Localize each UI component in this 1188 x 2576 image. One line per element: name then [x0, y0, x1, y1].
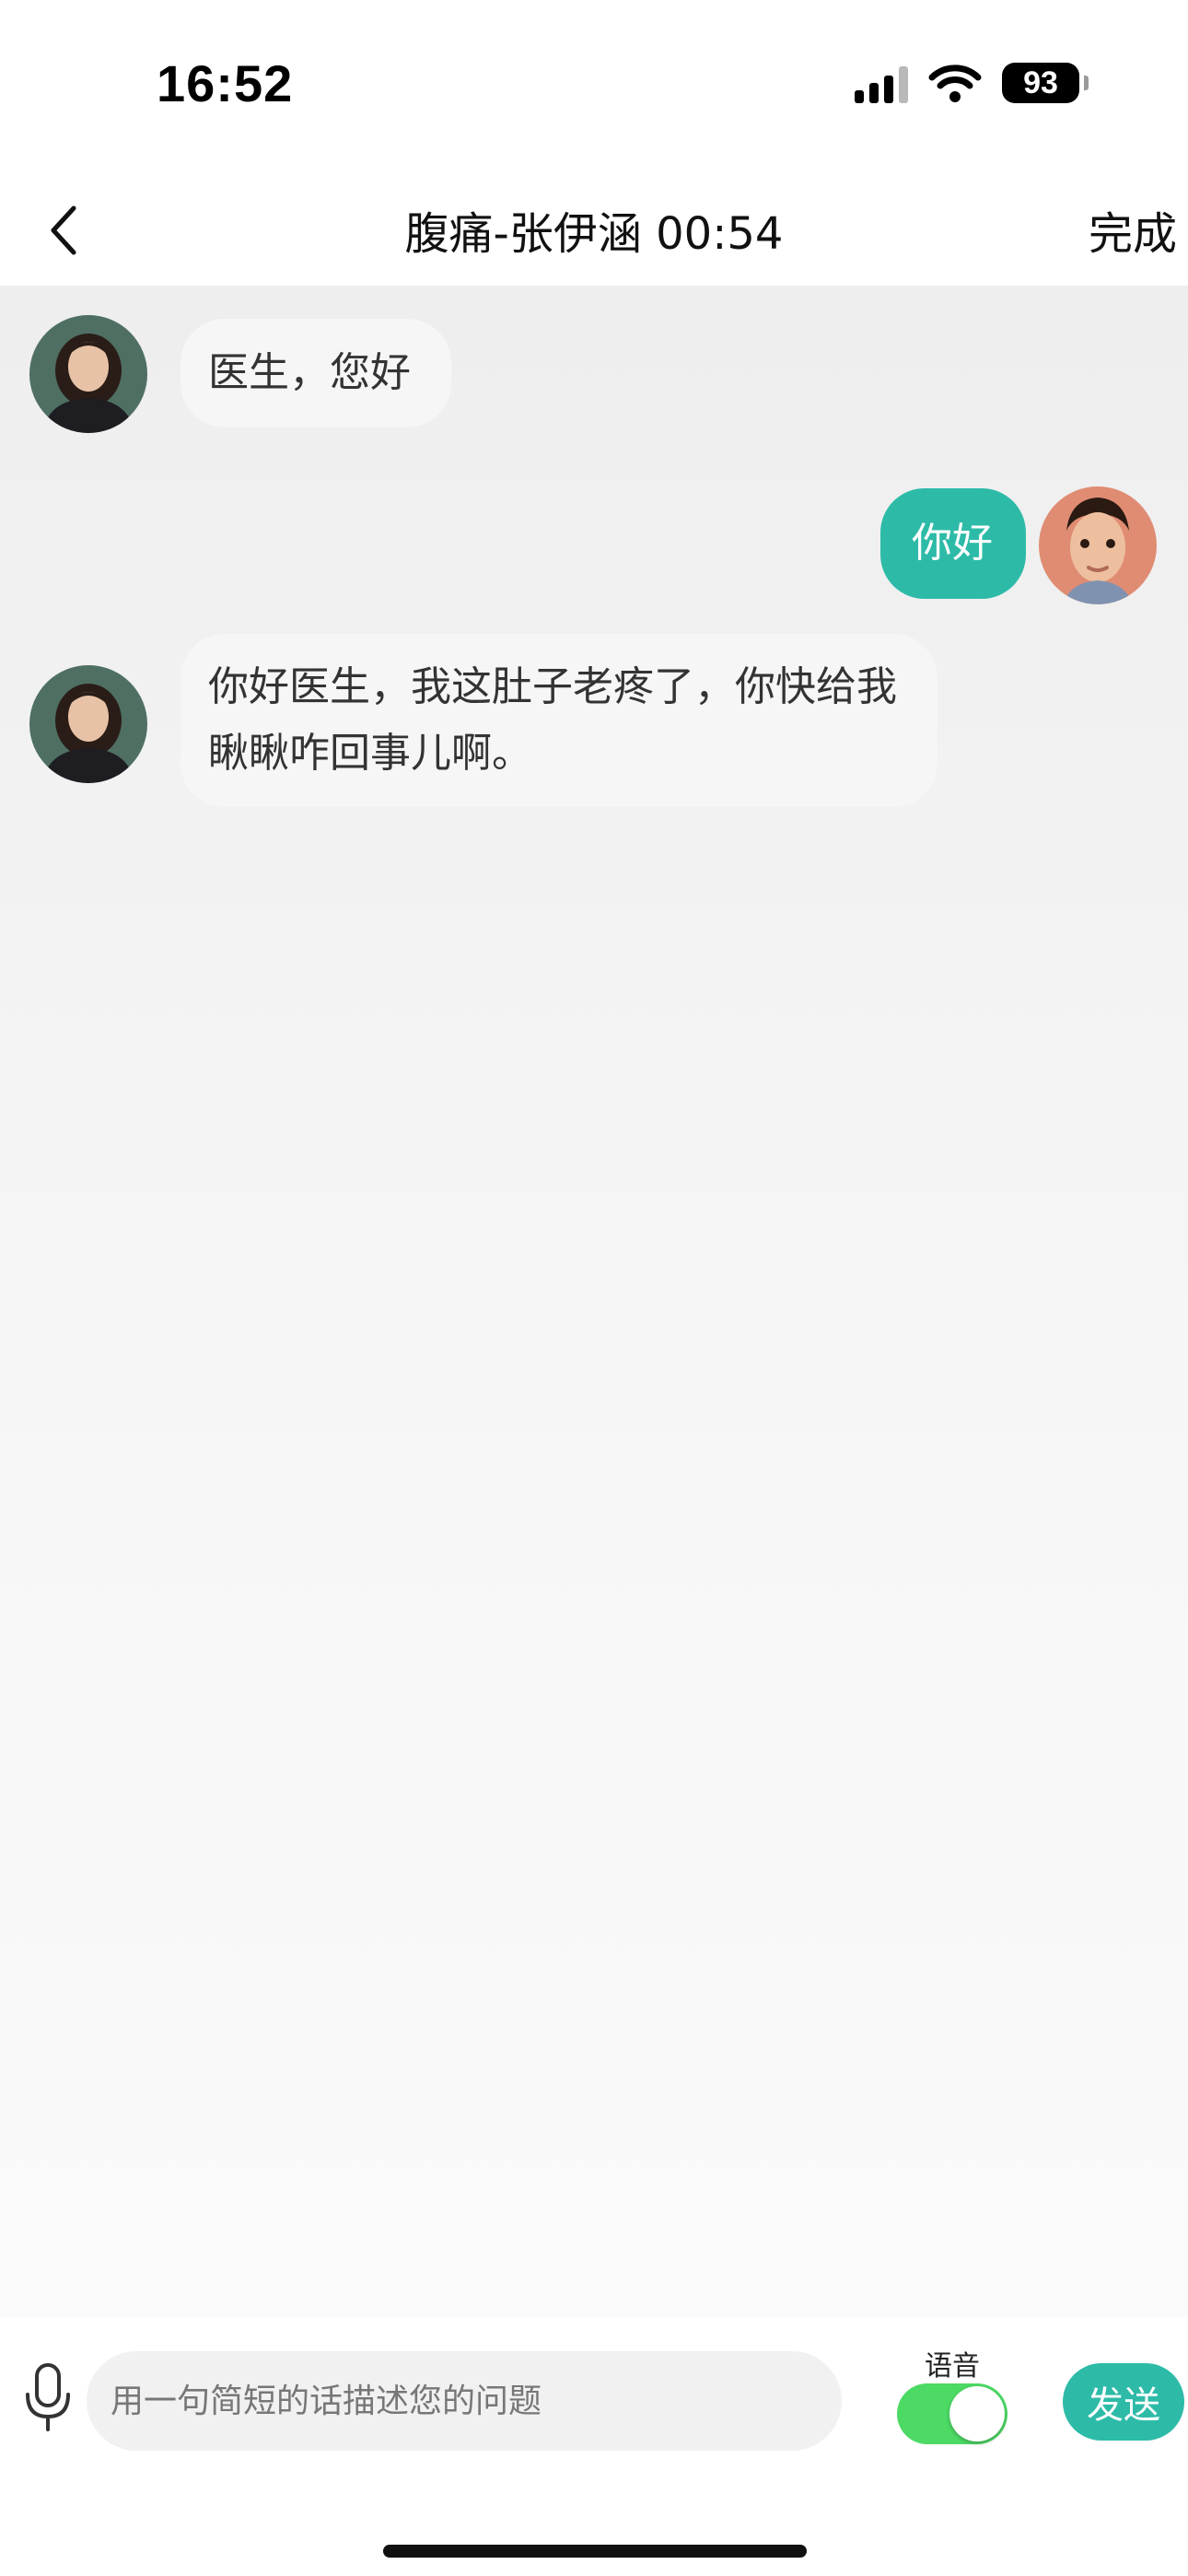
- patient-avatar[interactable]: [29, 665, 147, 783]
- chat-area[interactable]: 医生，您好 你好 你好医生，我这肚子老疼了，你快给我瞅瞅咋回事儿啊。: [0, 286, 1188, 2317]
- toggle-knob: [949, 2386, 1005, 2441]
- status-time: 16:52: [157, 54, 294, 112]
- microphone-button[interactable]: [18, 2361, 77, 2435]
- done-button[interactable]: 完成: [1089, 197, 1177, 262]
- battery-icon: 93: [1002, 63, 1089, 103]
- home-area: [0, 2488, 1188, 2576]
- send-button[interactable]: 发送: [1063, 2363, 1184, 2441]
- message-text: 你好医生，我这肚子老疼了，你快给我瞅瞅咋回事儿啊。: [208, 663, 897, 777]
- nav-bar: 腹痛-张伊涵 00:54 完成: [0, 175, 1188, 286]
- message-text: 你好: [912, 520, 993, 567]
- user-avatar[interactable]: [1039, 486, 1157, 604]
- microphone-icon: [26, 2363, 70, 2431]
- message-bubble-outgoing: 你好: [880, 488, 1026, 599]
- status-bar: 16:52 93: [0, 0, 1188, 175]
- status-icons: 93: [855, 63, 1089, 103]
- input-bar: 语音 发送: [0, 2317, 1188, 2488]
- page-title: 腹痛-张伊涵 00:54: [404, 208, 784, 260]
- message-input[interactable]: [109, 2381, 842, 2421]
- home-indicator[interactable]: [383, 2545, 807, 2558]
- message-bubble-incoming: 医生，您好: [181, 319, 451, 427]
- signal-icon: [855, 63, 908, 103]
- message-input-field[interactable]: [87, 2351, 842, 2451]
- voice-label: 语音: [925, 2350, 980, 2383]
- patient-avatar[interactable]: [29, 315, 147, 433]
- message-bubble-incoming: 你好医生，我这肚子老疼了，你快给我瞅瞅咋回事儿啊。: [181, 634, 938, 807]
- message-text: 医生，您好: [208, 349, 411, 396]
- wifi-icon: [928, 64, 982, 102]
- voice-toggle[interactable]: [897, 2383, 1007, 2444]
- battery-level: 93: [1023, 64, 1058, 100]
